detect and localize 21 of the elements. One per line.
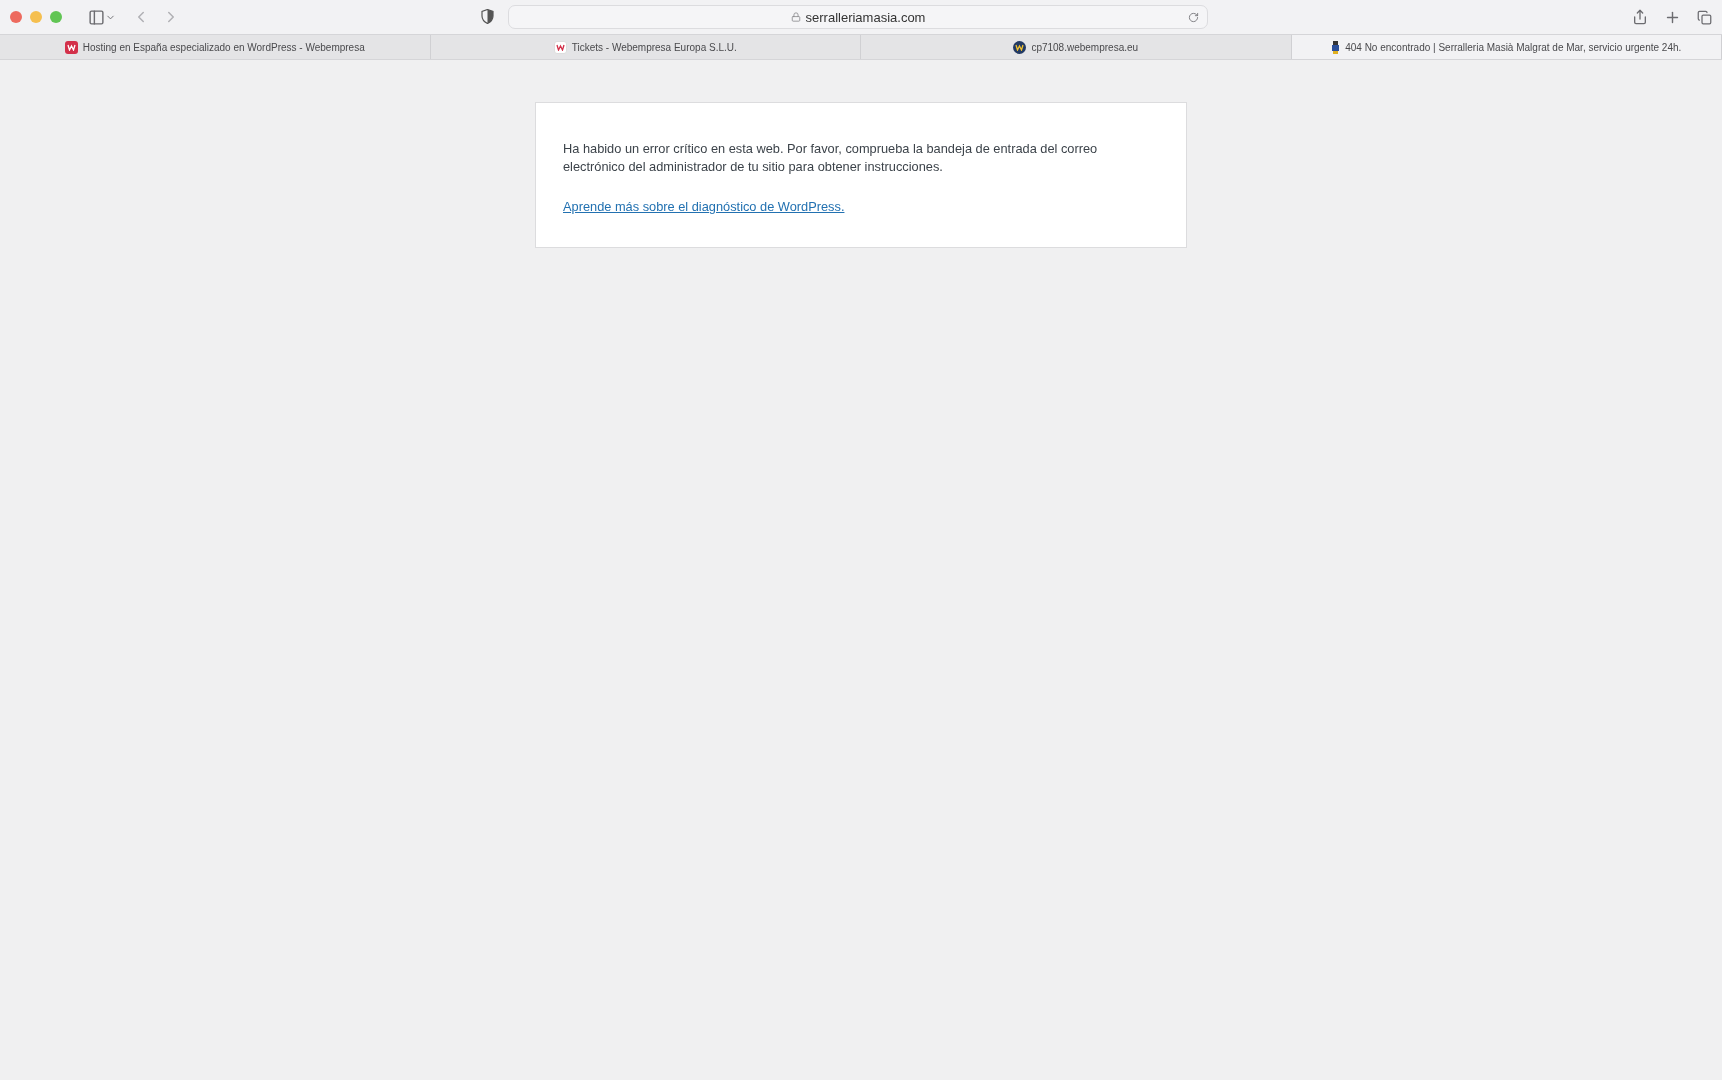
share-icon[interactable]: [1632, 9, 1648, 25]
address-bar[interactable]: serralleriamasia.com: [508, 5, 1208, 29]
tab-favicon: [64, 40, 78, 54]
error-message: Ha habido un error crítico en esta web. Por favor, comprueba la bandeja de entrada del correo electrónico del administrador de tu sitio para obtener instrucciones.: [563, 140, 1099, 176]
browser-tab[interactable]: 404 No encontrado | Serralleria Masià Malgrat de Mar, servicio urgente 24h.: [1291, 35, 1722, 59]
tab-favicon: [1013, 40, 1027, 54]
tab-favicon: [1331, 40, 1341, 54]
sidebar-icon[interactable]: [88, 8, 105, 26]
shield-icon[interactable]: [481, 9, 494, 24]
address-text: serralleriamasia.com: [805, 9, 926, 25]
tab-title: 404 No encontrado | Serralleria Masià Malgrat de Mar, servicio urgente 24h.: [1345, 41, 1682, 53]
close-button[interactable]: [10, 11, 22, 23]
tab-title: cp7108.webempresa.eu: [1031, 41, 1139, 53]
tab-title: Tickets - Webempresa Europa S.L.U.: [571, 41, 737, 53]
zoom-button[interactable]: [50, 11, 62, 23]
tab-favicon: [553, 40, 567, 54]
tab-title: Hosting en España especializado en WordPress - Webempresa: [82, 41, 365, 53]
tab-overview-icon[interactable]: [1697, 9, 1712, 25]
lock-icon: [790, 12, 801, 22]
reload-icon[interactable]: [1188, 11, 1199, 23]
help-link[interactable]: Aprende más sobre el diagnóstico de WordPress.: [563, 199, 845, 214]
